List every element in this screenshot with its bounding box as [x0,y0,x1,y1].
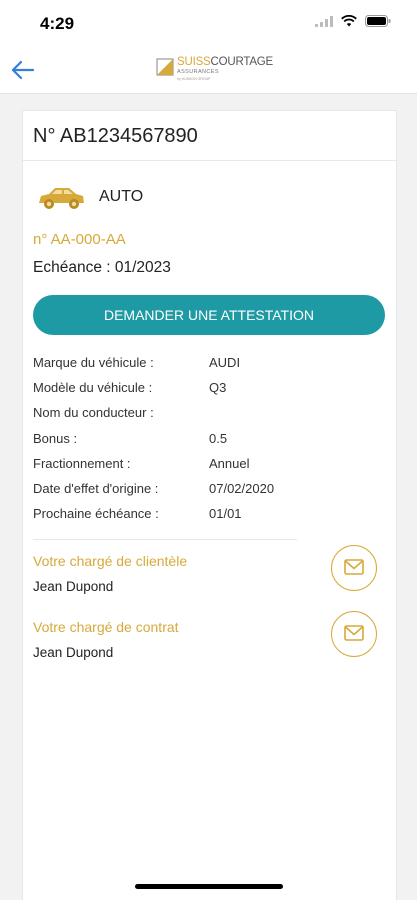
detail-label: Fractionnement : [33,455,131,471]
detail-row: Fractionnement : Annuel [33,456,373,481]
email-contract-manager-button[interactable] [331,611,377,657]
battery-icon [365,14,391,32]
contact-name: Jean Dupond [33,645,114,660]
contract-card: N° AB1234567890 AUTO n° AA-000-AA Echéan… [22,110,397,900]
brand-logo: SUISSCOURTAGE ASSURANCES by HUSSON GROUP [156,54,273,86]
detail-label: Modèle du véhicule : [33,380,153,396]
wifi-icon [341,14,357,32]
detail-row: Marque du véhicule : AUDI [33,355,373,380]
due-date: Echéance : 01/2023 [33,259,171,276]
detail-row: Prochaine échéance : 01/01 [33,506,373,531]
detail-row: Nom du conducteur : [33,405,373,430]
contract-number: N° AB1234567890 [33,125,198,147]
logo-wordmark-first: SUISS [177,56,211,68]
detail-label: Prochaine échéance : [33,506,159,522]
logo-subtitle: ASSURANCES [177,69,219,75]
status-icons [315,14,391,32]
detail-value: Annuel [209,455,250,471]
logo-wordmark-second: COURTAGE [210,56,274,68]
detail-value: 01/01 [209,506,242,522]
section-divider [33,539,297,540]
envelope-icon [344,559,364,575]
detail-label: Nom du conducteur : [33,405,154,421]
status-time: 4:29 [40,14,75,33]
detail-value: AUDI [209,355,241,370]
product-label: AUTO [99,188,144,205]
contact-role: Votre chargé de contrat [33,619,179,635]
contract-manager-contact: Votre chargé de contrat Jean Dupond [33,611,388,679]
detail-row: Modèle du véhicule : Q3 [33,380,373,405]
logo-group-line: by HUSSON GROUP [177,77,211,81]
arrow-left-icon [8,60,38,88]
home-indicator[interactable] [135,884,283,889]
email-client-manager-button[interactable] [331,545,377,591]
client-manager-contact: Votre chargé de clientèle Jean Dupond [33,545,388,613]
navigation-bar: SUISSCOURTAGE ASSURANCES by HUSSON GROUP [0,46,417,94]
detail-label: Marque du véhicule : [33,355,154,370]
request-certificate-button[interactable]: DEMANDER UNE ATTESTATION [33,295,385,335]
detail-value: Q3 [209,380,227,396]
signal-icon [315,14,333,32]
detail-row: Bonus : 0.5 [33,431,373,456]
detail-label: Bonus : [33,430,78,446]
detail-value: 07/02/2020 [209,480,275,496]
envelope-icon [344,625,364,641]
back-button[interactable] [8,56,38,84]
contact-name: Jean Dupond [33,579,114,594]
license-plate: n° AA-000-AA [33,231,126,248]
logo-wordmark: SUISSCOURTAGE [177,56,273,68]
detail-label: Date d'effet d'origine : [33,480,159,496]
detail-value: 0.5 [209,430,228,446]
status-bar: 4:29 [0,0,417,46]
logo-mark-icon [156,58,174,76]
contact-role: Votre chargé de clientèle [33,553,188,569]
vehicle-details: Marque du véhicule : AUDI Modèle du véhi… [33,355,373,531]
detail-row: Date d'effet d'origine : 07/02/2020 [33,481,373,506]
car-icon [35,183,87,213]
contract-header: N° AB1234567890 [23,111,396,161]
